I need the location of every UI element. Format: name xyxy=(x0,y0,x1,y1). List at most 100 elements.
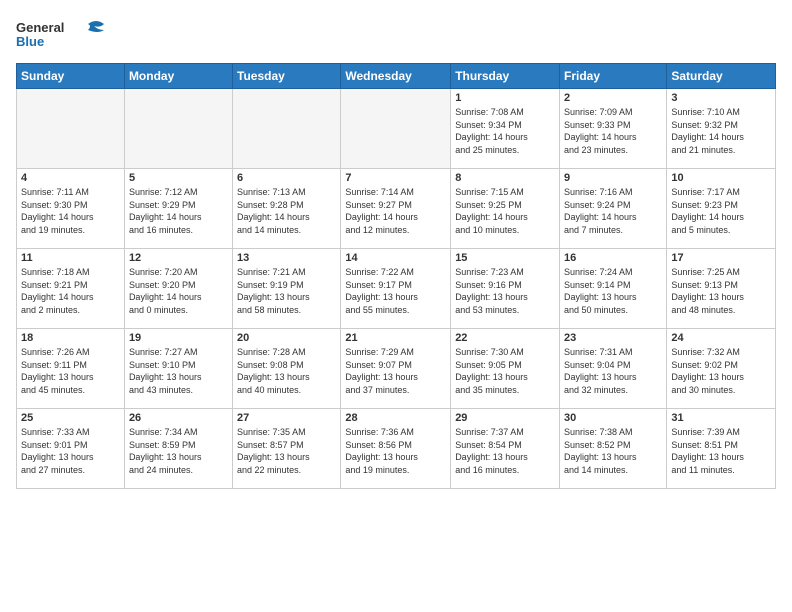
day-info: Sunrise: 7:25 AM Sunset: 9:13 PM Dayligh… xyxy=(671,266,771,316)
day-cell-11: 11Sunrise: 7:18 AM Sunset: 9:21 PM Dayli… xyxy=(17,249,125,329)
day-cell-23: 23Sunrise: 7:31 AM Sunset: 9:04 PM Dayli… xyxy=(560,329,667,409)
day-cell-6: 6Sunrise: 7:13 AM Sunset: 9:28 PM Daylig… xyxy=(233,169,341,249)
day-info: Sunrise: 7:38 AM Sunset: 8:52 PM Dayligh… xyxy=(564,426,662,476)
day-number: 31 xyxy=(671,412,771,424)
logo: General Blue xyxy=(16,16,116,57)
day-number: 14 xyxy=(345,252,446,264)
day-number: 10 xyxy=(671,172,771,184)
day-number: 29 xyxy=(455,412,555,424)
day-number: 7 xyxy=(345,172,446,184)
day-cell-25: 25 Sunrise: 7:33 AM Sunset: 9:01 PM Dayli… xyxy=(17,409,125,489)
day-info: Sunrise: 7:21 AM Sunset: 9:19 PM Dayligh… xyxy=(237,266,336,316)
day-number: 28 xyxy=(345,412,446,424)
weekday-header-row: SundayMondayTuesdayWednesdayThursdayFrid… xyxy=(17,64,776,89)
empty-cell xyxy=(233,89,341,169)
weekday-header-friday: Friday xyxy=(560,64,667,89)
day-info: Sunrise: 7:35 AM Sunset: 8:57 PM Dayligh… xyxy=(237,426,336,476)
day-number: 19 xyxy=(129,332,228,344)
week-row-4: 18 Sunrise: 7:26 AM Sunset: 9:11 PM Dayli… xyxy=(17,329,776,409)
day-info: Sunrise: 7:11 AM Sunset: 9:30 PM Dayligh… xyxy=(21,186,120,236)
day-number: 4 xyxy=(21,172,120,184)
day-cell-27: 27 Sunrise: 7:35 AM Sunset: 8:57 PM Dayli… xyxy=(233,409,341,489)
week-row-2: 4 Sunrise: 7:11 AM Sunset: 9:30 PM Daylig… xyxy=(17,169,776,249)
day-info: Sunrise: 7:27 AM Sunset: 9:10 PM Dayligh… xyxy=(129,346,228,396)
day-cell-28: 28Sunrise: 7:36 AM Sunset: 8:56 PM Dayli… xyxy=(341,409,451,489)
day-cell-8: 8 Sunrise: 7:15 AM Sunset: 9:25 PM Daylig… xyxy=(451,169,560,249)
day-cell-29: 29 Sunrise: 7:37 AM Sunset: 8:54 PM Dayli… xyxy=(451,409,560,489)
svg-text:General: General xyxy=(16,20,64,35)
empty-cell xyxy=(17,89,125,169)
day-number: 3 xyxy=(671,92,771,104)
day-number: 22 xyxy=(455,332,555,344)
day-info: Sunrise: 7:30 AM Sunset: 9:05 PM Dayligh… xyxy=(455,346,555,396)
day-cell-4: 4 Sunrise: 7:11 AM Sunset: 9:30 PM Daylig… xyxy=(17,169,125,249)
page: General Blue SundayMondayTuesdayWednesda… xyxy=(0,0,792,501)
day-cell-1: 1 Sunrise: 7:08 AM Sunset: 9:34 PM Daylig… xyxy=(451,89,560,169)
day-cell-30: 30 Sunrise: 7:38 AM Sunset: 8:52 PM Dayli… xyxy=(560,409,667,489)
day-cell-24: 24 Sunrise: 7:32 AM Sunset: 9:02 PM Dayli… xyxy=(667,329,776,409)
day-number: 2 xyxy=(564,92,662,104)
day-cell-10: 10 Sunrise: 7:17 AM Sunset: 9:23 PM Dayli… xyxy=(667,169,776,249)
day-info: Sunrise: 7:20 AM Sunset: 9:20 PM Dayligh… xyxy=(129,266,228,316)
day-cell-17: 17 Sunrise: 7:25 AM Sunset: 9:13 PM Dayli… xyxy=(667,249,776,329)
day-cell-13: 13 Sunrise: 7:21 AM Sunset: 9:19 PM Dayli… xyxy=(233,249,341,329)
day-number: 18 xyxy=(21,332,120,344)
day-cell-26: 26 Sunrise: 7:34 AM Sunset: 8:59 PM Dayli… xyxy=(124,409,232,489)
day-cell-16: 16 Sunrise: 7:24 AM Sunset: 9:14 PM Dayli… xyxy=(560,249,667,329)
day-info: Sunrise: 7:22 AM Sunset: 9:17 PM Dayligh… xyxy=(345,266,446,316)
day-cell-20: 20 Sunrise: 7:28 AM Sunset: 9:08 PM Dayli… xyxy=(233,329,341,409)
day-number: 12 xyxy=(129,252,228,264)
day-cell-5: 5 Sunrise: 7:12 AM Sunset: 9:29 PM Daylig… xyxy=(124,169,232,249)
day-number: 25 xyxy=(21,412,120,424)
day-info: Sunrise: 7:26 AM Sunset: 9:11 PM Dayligh… xyxy=(21,346,120,396)
day-info: Sunrise: 7:14 AM Sunset: 9:27 PM Dayligh… xyxy=(345,186,446,236)
day-number: 5 xyxy=(129,172,228,184)
day-number: 21 xyxy=(345,332,446,344)
day-cell-14: 14 Sunrise: 7:22 AM Sunset: 9:17 PM Dayli… xyxy=(341,249,451,329)
day-info: Sunrise: 7:09 AM Sunset: 9:33 PM Dayligh… xyxy=(564,106,662,156)
day-cell-21: 21 Sunrise: 7:29 AM Sunset: 9:07 PM Dayli… xyxy=(341,329,451,409)
day-number: 24 xyxy=(671,332,771,344)
day-info: Sunrise: 7:33 AM Sunset: 9:01 PM Dayligh… xyxy=(21,426,120,476)
day-number: 15 xyxy=(455,252,555,264)
day-number: 13 xyxy=(237,252,336,264)
day-info: Sunrise: 7:08 AM Sunset: 9:34 PM Dayligh… xyxy=(455,106,555,156)
day-cell-31: 31 Sunrise: 7:39 AM Sunset: 8:51 PM Dayli… xyxy=(667,409,776,489)
day-number: 30 xyxy=(564,412,662,424)
day-number: 1 xyxy=(455,92,555,104)
day-cell-22: 22 Sunrise: 7:30 AM Sunset: 9:05 PM Dayli… xyxy=(451,329,560,409)
day-info: Sunrise: 7:29 AM Sunset: 9:07 PM Dayligh… xyxy=(345,346,446,396)
day-info: Sunrise: 7:15 AM Sunset: 9:25 PM Dayligh… xyxy=(455,186,555,236)
day-info: Sunrise: 7:12 AM Sunset: 9:29 PM Dayligh… xyxy=(129,186,228,236)
day-number: 20 xyxy=(237,332,336,344)
day-info: Sunrise: 7:28 AM Sunset: 9:08 PM Dayligh… xyxy=(237,346,336,396)
calendar-table: SundayMondayTuesdayWednesdayThursdayFrid… xyxy=(16,63,776,489)
day-info: Sunrise: 7:17 AM Sunset: 9:23 PM Dayligh… xyxy=(671,186,771,236)
day-number: 27 xyxy=(237,412,336,424)
day-info: Sunrise: 7:23 AM Sunset: 9:16 PM Dayligh… xyxy=(455,266,555,316)
day-number: 26 xyxy=(129,412,228,424)
day-cell-12: 12 Sunrise: 7:20 AM Sunset: 9:20 PM Dayli… xyxy=(124,249,232,329)
day-number: 17 xyxy=(671,252,771,264)
day-cell-3: 3Sunrise: 7:10 AM Sunset: 9:32 PM Daylig… xyxy=(667,89,776,169)
day-info: Sunrise: 7:32 AM Sunset: 9:02 PM Dayligh… xyxy=(671,346,771,396)
empty-cell xyxy=(124,89,232,169)
day-number: 8 xyxy=(455,172,555,184)
day-cell-7: 7 Sunrise: 7:14 AM Sunset: 9:27 PM Daylig… xyxy=(341,169,451,249)
week-row-5: 25 Sunrise: 7:33 AM Sunset: 9:01 PM Dayli… xyxy=(17,409,776,489)
logo-block: General Blue xyxy=(16,16,116,57)
day-cell-19: 19 Sunrise: 7:27 AM Sunset: 9:10 PM Dayli… xyxy=(124,329,232,409)
day-info: Sunrise: 7:37 AM Sunset: 8:54 PM Dayligh… xyxy=(455,426,555,476)
week-row-1: 1 Sunrise: 7:08 AM Sunset: 9:34 PM Daylig… xyxy=(17,89,776,169)
day-info: Sunrise: 7:34 AM Sunset: 8:59 PM Dayligh… xyxy=(129,426,228,476)
day-cell-2: 2 Sunrise: 7:09 AM Sunset: 9:33 PM Daylig… xyxy=(560,89,667,169)
day-cell-15: 15 Sunrise: 7:23 AM Sunset: 9:16 PM Dayli… xyxy=(451,249,560,329)
day-info: Sunrise: 7:13 AM Sunset: 9:28 PM Dayligh… xyxy=(237,186,336,236)
header: General Blue xyxy=(16,12,776,57)
day-cell-18: 18 Sunrise: 7:26 AM Sunset: 9:11 PM Dayli… xyxy=(17,329,125,409)
day-info: Sunrise: 7:39 AM Sunset: 8:51 PM Dayligh… xyxy=(671,426,771,476)
weekday-header-thursday: Thursday xyxy=(451,64,560,89)
day-info: Sunrise: 7:24 AM Sunset: 9:14 PM Dayligh… xyxy=(564,266,662,316)
day-info: Sunrise: 7:31 AM Sunset: 9:04 PM Dayligh… xyxy=(564,346,662,396)
day-number: 16 xyxy=(564,252,662,264)
